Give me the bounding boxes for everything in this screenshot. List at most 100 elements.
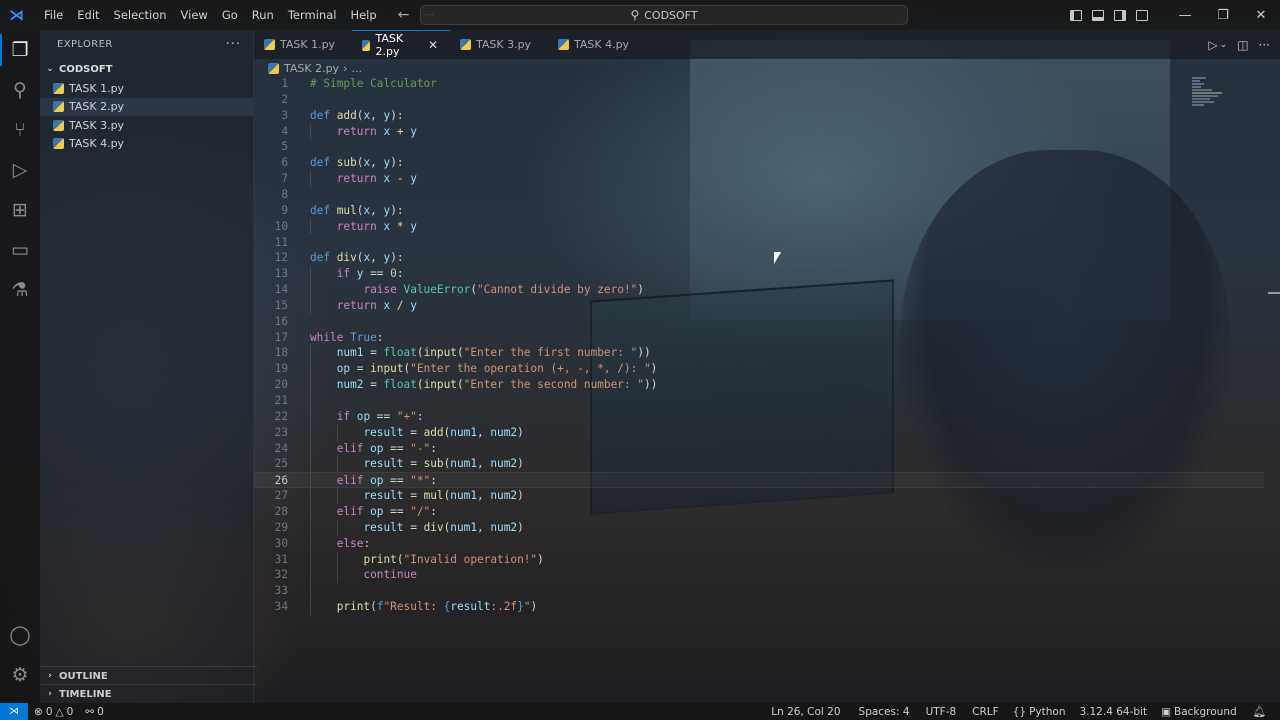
code-line[interactable]: 14 raise ValueError("Cannot divide by ze… — [254, 282, 1264, 298]
python-interpreter[interactable]: 3.12.4 64-bit — [1073, 706, 1155, 718]
tab-task-3[interactable]: p TASK 3.py — [450, 30, 548, 59]
code-line[interactable]: 15 return x / y — [254, 298, 1264, 314]
file-task-4[interactable]: p TASK 4.py — [40, 135, 253, 154]
minimap[interactable] — [1192, 76, 1232, 126]
minimize-button[interactable]: — — [1166, 8, 1204, 23]
command-center-search[interactable]: ⚲ CODSOFT — [420, 5, 908, 25]
vertical-scrollbar[interactable] — [1268, 59, 1280, 703]
code-line[interactable]: 20 num2 = float(input("Enter the second … — [254, 377, 1264, 393]
code-line[interactable]: 30 else: — [254, 536, 1264, 552]
customize-layout-icon[interactable] — [1136, 9, 1148, 21]
code-line[interactable]: 16 — [254, 314, 1264, 330]
file-task-2[interactable]: p TASK 2.py — [40, 97, 253, 116]
menu-go[interactable]: Go — [215, 8, 245, 22]
code-line[interactable]: 28 elif op == "/": — [254, 504, 1264, 520]
remote-explorer-icon[interactable]: ▭ — [0, 230, 40, 270]
line-number: 29 — [274, 520, 288, 534]
menu-help[interactable]: Help — [343, 8, 383, 22]
tab-task-1[interactable]: p TASK 1.py — [254, 30, 352, 59]
more-actions-icon[interactable]: ··· — [1259, 38, 1270, 52]
tab-task-2[interactable]: p TASK 2.py ✕ — [352, 30, 450, 59]
breadcrumb-file[interactable]: TASK 2.py — [284, 62, 339, 75]
code-line[interactable]: 25 result = sub(num1, num2) — [254, 456, 1264, 472]
menu-view[interactable]: View — [174, 8, 215, 22]
encoding[interactable]: UTF-8 — [920, 706, 967, 718]
settings-gear-icon[interactable]: ⚙ — [0, 655, 40, 695]
code-line[interactable]: 33 — [254, 583, 1264, 599]
code-line[interactable]: 27 result = mul(num1, num2) — [254, 488, 1264, 504]
code-line[interactable]: 29 result = div(num1, num2) — [254, 520, 1264, 536]
menu-selection[interactable]: Selection — [107, 8, 174, 22]
code-line[interactable]: 24 elif op == "-": — [254, 441, 1264, 457]
back-arrow-icon[interactable]: ← — [398, 7, 410, 23]
code-line[interactable]: 18 num1 = float(input("Enter the first n… — [254, 345, 1264, 361]
run-debug-icon[interactable]: ▷ — [0, 150, 40, 190]
code-line[interactable]: 1 # Simple Calculator — [254, 76, 1264, 92]
line-number: 16 — [274, 314, 288, 328]
problems-indicator[interactable]: ⊗ 0 △ 0 — [28, 706, 79, 718]
cursor-position[interactable]: Ln 26, Col 20 — [765, 706, 852, 718]
toggle-primary-sidebar-icon[interactable] — [1070, 9, 1082, 21]
more-actions-icon[interactable]: ··· — [226, 37, 241, 52]
code-line[interactable]: 31 print("Invalid operation!") — [254, 552, 1264, 568]
code-text: num1 = float(input("Enter the first numb… — [310, 345, 651, 361]
code-line[interactable]: 23 result = add(num1, num2) — [254, 425, 1264, 441]
timeline-section[interactable]: › TIMELINE — [40, 684, 257, 703]
maximize-button[interactable]: ❐ — [1204, 8, 1242, 23]
code-line[interactable]: 13 if y == 0: — [254, 266, 1264, 282]
code-line[interactable]: 8 — [254, 187, 1264, 203]
code-line[interactable]: 9 def mul(x, y): — [254, 203, 1264, 219]
code-line[interactable]: 2 — [254, 92, 1264, 108]
language-mode[interactable]: {} Python — [1007, 706, 1074, 718]
file-task-3[interactable]: p TASK 3.py — [40, 116, 253, 135]
tab-label: TASK 1.py — [280, 38, 336, 51]
menu-terminal[interactable]: Terminal — [281, 8, 344, 22]
code-line[interactable]: 3 def add(x, y): — [254, 108, 1264, 124]
toggle-panel-icon[interactable] — [1092, 9, 1104, 21]
indentation[interactable]: Spaces: 4 — [853, 706, 920, 718]
code-line[interactable]: 32 continue — [254, 567, 1264, 583]
code-line[interactable]: 10 return x * y — [254, 219, 1264, 235]
code-line[interactable]: 17 while True: — [254, 330, 1264, 346]
code-token: == — [363, 267, 391, 281]
code-line[interactable]: 12 def div(x, y): — [254, 250, 1264, 266]
close-window-button[interactable]: ✕ — [1242, 8, 1280, 23]
remote-indicator-icon[interactable]: ⋊ — [0, 703, 28, 720]
ports-indicator[interactable]: ⚯ 0 — [79, 706, 110, 718]
outline-section[interactable]: › OUTLINE — [40, 666, 257, 685]
close-icon[interactable]: ✕ — [428, 38, 438, 52]
run-options-chevron-icon[interactable]: ⌄ — [1220, 40, 1228, 50]
run-icon[interactable]: ▷ — [1208, 38, 1217, 52]
file-task-1[interactable]: p TASK 1.py — [40, 79, 253, 98]
files-icon[interactable]: ❐ — [0, 30, 40, 70]
split-editor-icon[interactable]: ◫ — [1237, 38, 1248, 52]
code-line[interactable]: 22 if op == "+": — [254, 409, 1264, 425]
menu-file[interactable]: File — [37, 8, 70, 22]
breadcrumb: p TASK 2.py › ... — [268, 61, 362, 75]
menu-run[interactable]: Run — [245, 8, 281, 22]
code-editor[interactable]: 1 # Simple Calculator 2 3 def add(x, y): 4 re… — [254, 76, 1264, 696]
code-line[interactable]: 19 op = input("Enter the operation (+, -… — [254, 361, 1264, 377]
bell-icon[interactable]: 🔔︎ — [1247, 705, 1280, 718]
code-line[interactable]: 11 — [254, 235, 1264, 251]
tab-task-4[interactable]: p TASK 4.py — [548, 30, 646, 59]
code-line[interactable]: 6 def sub(x, y): — [254, 155, 1264, 171]
account-icon[interactable]: ◯ — [0, 615, 40, 655]
code-line[interactable]: 7 return x - y — [254, 171, 1264, 187]
extensions-icon[interactable]: ⊞ — [0, 190, 40, 230]
search-icon[interactable]: ⚲ — [0, 70, 40, 110]
code-line[interactable]: 4 return x + y — [254, 124, 1264, 140]
code-line[interactable]: 5 — [254, 139, 1264, 155]
breadcrumb-rest[interactable]: ... — [351, 62, 362, 75]
testing-icon[interactable]: ⚗ — [0, 270, 40, 310]
code-line[interactable]: 26 elif op == "*": — [254, 472, 1264, 489]
code-line[interactable]: 21 — [254, 393, 1264, 409]
folder-codsoft[interactable]: ⌄ CODSOFT — [40, 59, 253, 79]
toggle-secondary-sidebar-icon[interactable] — [1114, 9, 1126, 21]
menu-edit[interactable]: Edit — [70, 8, 106, 22]
file-name: TASK 3.py — [69, 118, 125, 132]
code-line[interactable]: 34 print(f"Result: {result:.2f}") — [254, 599, 1264, 615]
source-control-icon[interactable]: ⑂ — [0, 110, 40, 150]
end-of-line[interactable]: CRLF — [966, 706, 1007, 718]
background-extension[interactable]: ▣ Background — [1155, 706, 1247, 718]
